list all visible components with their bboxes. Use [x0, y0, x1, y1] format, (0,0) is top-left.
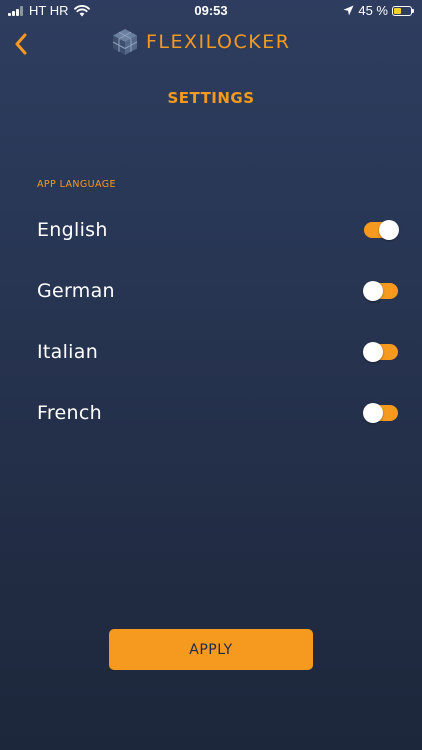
language-item-french[interactable]: French — [0, 383, 422, 444]
location-icon — [343, 5, 354, 16]
language-item-italian[interactable]: Italian — [0, 322, 422, 383]
language-label: German — [37, 280, 115, 302]
language-item-german[interactable]: German — [0, 261, 422, 322]
language-toggle-italian[interactable] — [363, 342, 398, 362]
page-title: SETTINGS — [167, 89, 255, 107]
language-item-english[interactable]: English — [0, 200, 422, 261]
apply-button[interactable]: APPLY — [109, 629, 313, 670]
language-toggle-french[interactable] — [363, 403, 398, 423]
language-label: Italian — [37, 341, 99, 363]
language-label: English — [37, 219, 108, 241]
brand-name: FLEXILOCKER — [146, 31, 291, 53]
chevron-left-icon — [15, 33, 27, 55]
status-bar: HT HR 09:53 45 % — [0, 0, 422, 22]
section-label-app-language: APP LANGUAGE — [37, 179, 116, 190]
battery-level — [394, 7, 402, 14]
cube-logo-icon — [112, 29, 138, 55]
status-right: 45 % — [343, 3, 414, 18]
language-toggle-english[interactable] — [364, 220, 399, 240]
language-list: English German Italian French — [0, 200, 422, 444]
battery-icon — [392, 5, 414, 16]
toggle-knob — [363, 281, 383, 301]
language-toggle-german[interactable] — [363, 281, 398, 301]
toggle-knob — [379, 220, 399, 240]
language-label: French — [37, 402, 102, 424]
toggle-knob — [363, 403, 383, 423]
back-button[interactable] — [8, 28, 34, 60]
battery-percent: 45 % — [358, 3, 388, 18]
toggle-knob — [363, 342, 383, 362]
brand: FLEXILOCKER — [112, 28, 290, 56]
